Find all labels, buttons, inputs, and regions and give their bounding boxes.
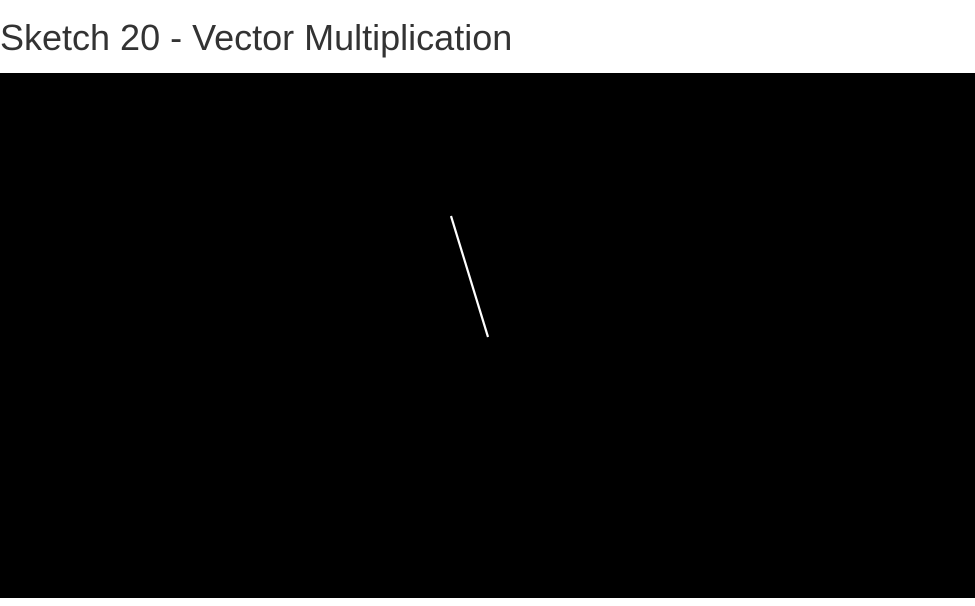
page: Sketch 20 - Vector Multiplication — [0, 0, 975, 606]
page-title: Sketch 20 - Vector Multiplication — [0, 17, 513, 58]
sketch-canvas[interactable] — [0, 73, 975, 598]
